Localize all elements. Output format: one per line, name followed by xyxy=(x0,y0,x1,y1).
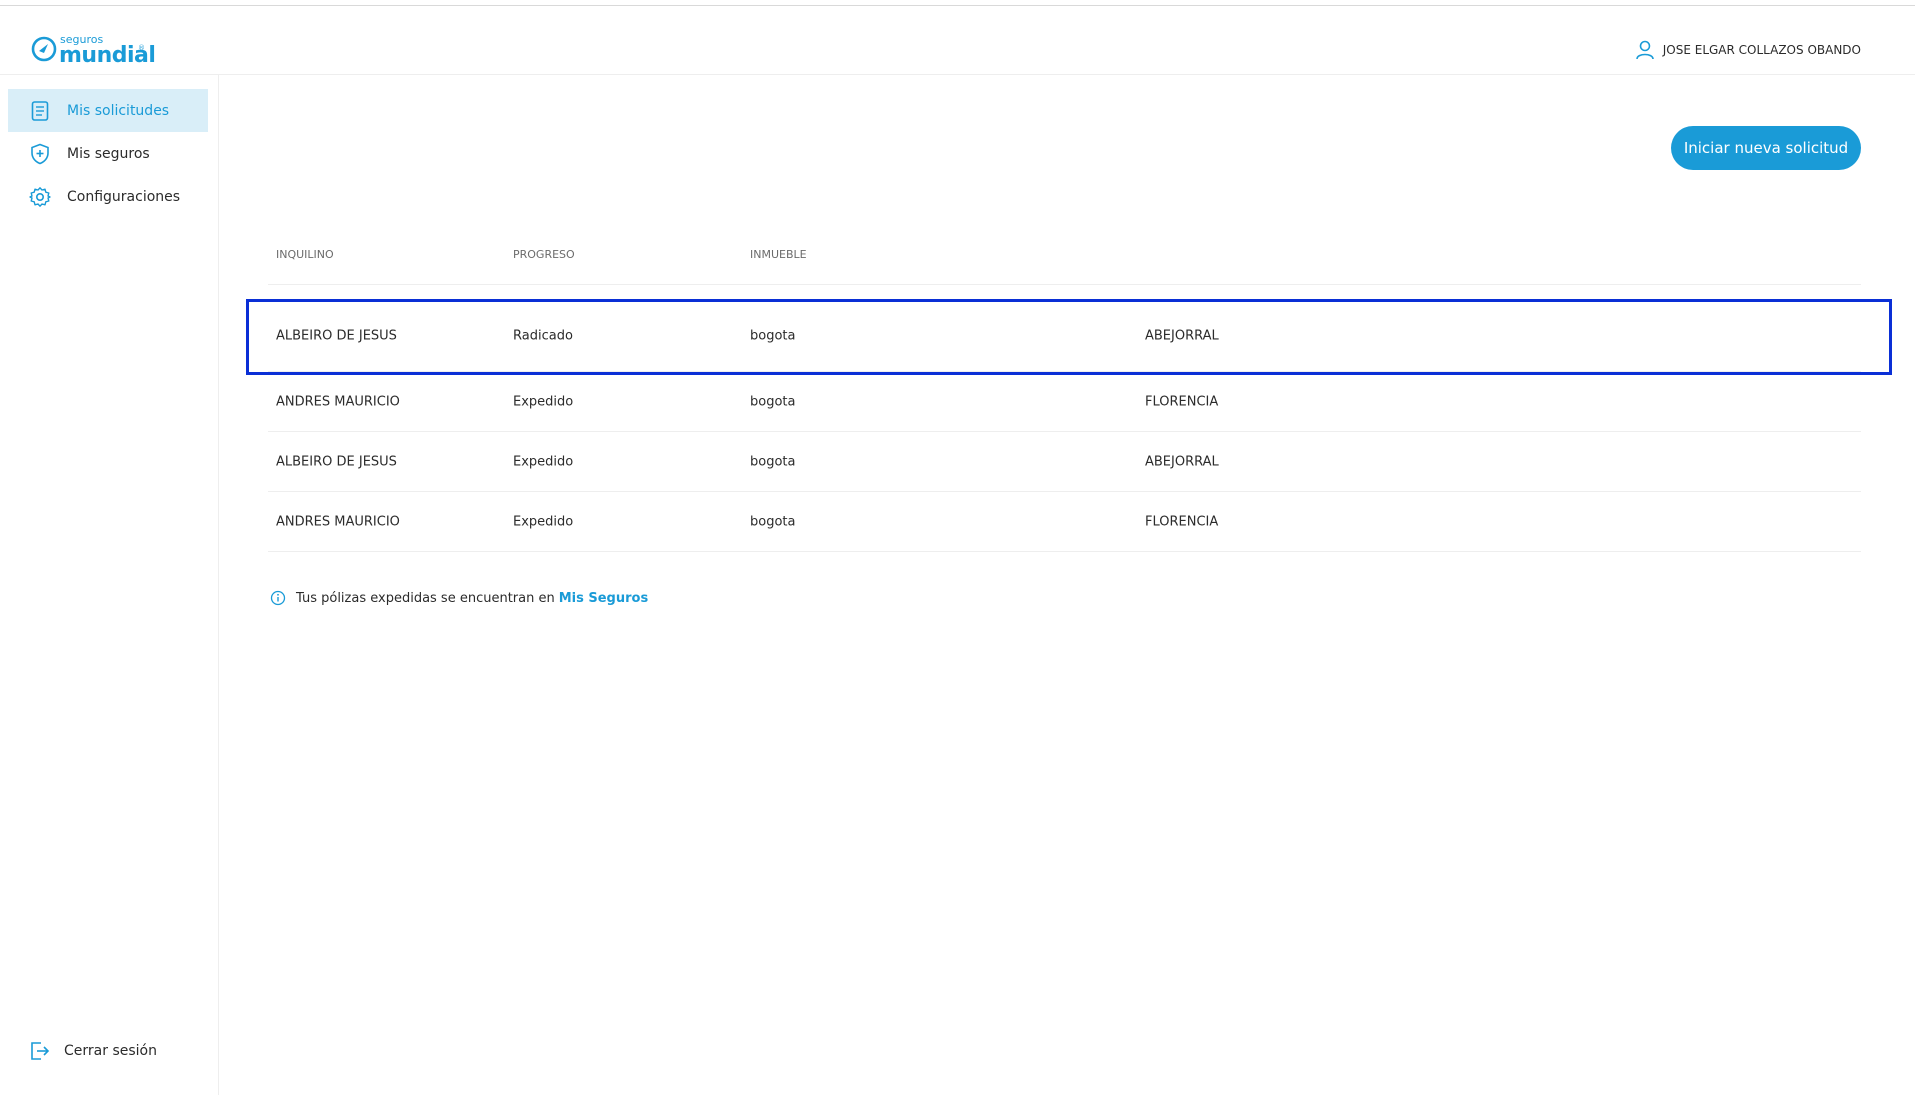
cell-inmueble: bogota xyxy=(750,454,796,469)
logout-button[interactable]: Cerrar sesión xyxy=(28,1040,157,1062)
cell-inmueble: bogota xyxy=(750,514,796,529)
requests-table: INQUILINO PROGRESO INMUEBLE ALBEIRO DE J… xyxy=(268,235,1861,552)
cell-inmueble: bogota xyxy=(750,394,796,409)
info-text: Tus pólizas expedidas se encuentran en xyxy=(296,590,555,606)
table-header: INQUILINO PROGRESO INMUEBLE xyxy=(268,235,1861,285)
cell-inmueble: bogota xyxy=(750,328,796,343)
table-row[interactable]: ANDRES MAURICIO Expedido bogota FLORENCI… xyxy=(268,372,1861,432)
info-icon xyxy=(270,590,286,606)
info-message: Tus pólizas expedidas se encuentran en M… xyxy=(270,590,648,606)
cell-progreso: Expedido xyxy=(513,454,574,469)
logo-registered-mark: ® xyxy=(138,44,145,52)
table-row[interactable]: ALBEIRO DE JESUS Expedido bogota ABEJORR… xyxy=(268,432,1861,492)
cell-municipio: ABEJORRAL xyxy=(1145,328,1219,343)
user-menu[interactable]: JOSE ELGAR COLLAZOS OBANDO xyxy=(1634,39,1861,61)
gear-icon xyxy=(28,185,52,209)
seguros-mundial-logo[interactable]: seguros mundial ® xyxy=(30,33,156,69)
logo-compass-icon xyxy=(31,36,57,62)
table-row[interactable]: ALBEIRO DE JESUS Radicado bogota ABEJORR… xyxy=(268,300,1861,372)
sidebar-item-label: Mis seguros xyxy=(67,145,150,162)
logout-label: Cerrar sesión xyxy=(64,1043,157,1059)
column-header-inmueble: INMUEBLE xyxy=(750,248,807,261)
cell-progreso: Expedido xyxy=(513,394,574,409)
cell-inquilino: ANDRES MAURICIO xyxy=(276,514,400,529)
sidebar-item-mis-seguros[interactable]: Mis seguros xyxy=(8,132,208,175)
sidebar: Mis solicitudes Mis seguros Configuracio… xyxy=(0,75,219,1095)
app-header: seguros mundial ® JOSE ELGAR COLLAZOS OB… xyxy=(0,6,1915,75)
user-name: JOSE ELGAR COLLAZOS OBANDO xyxy=(1662,43,1861,57)
table-row[interactable]: ANDRES MAURICIO Expedido bogota FLORENCI… xyxy=(268,492,1861,552)
sidebar-item-label: Configuraciones xyxy=(67,188,181,205)
column-header-inquilino: INQUILINO xyxy=(276,248,334,261)
cell-inquilino: ALBEIRO DE JESUS xyxy=(276,328,397,343)
cell-municipio: ABEJORRAL xyxy=(1145,454,1219,469)
column-header-progreso: PROGRESO xyxy=(513,248,575,261)
logout-icon xyxy=(31,1042,50,1060)
cell-inquilino: ANDRES MAURICIO xyxy=(276,394,400,409)
document-icon xyxy=(28,99,52,123)
cell-progreso: Radicado xyxy=(513,328,573,343)
sidebar-item-mis-solicitudes[interactable]: Mis solicitudes xyxy=(8,89,208,132)
mis-seguros-link[interactable]: Mis Seguros xyxy=(559,591,648,606)
new-request-button[interactable]: Iniciar nueva solicitud xyxy=(1671,126,1861,170)
sidebar-item-label: Mis solicitudes xyxy=(67,102,170,119)
sidebar-item-configuraciones[interactable]: Configuraciones xyxy=(8,175,208,218)
cell-progreso: Expedido xyxy=(513,514,574,529)
shield-plus-icon xyxy=(28,142,52,166)
user-icon xyxy=(1635,40,1654,60)
cell-municipio: FLORENCIA xyxy=(1145,394,1219,409)
cell-inquilino: ALBEIRO DE JESUS xyxy=(276,454,397,469)
cell-municipio: FLORENCIA xyxy=(1145,514,1219,529)
